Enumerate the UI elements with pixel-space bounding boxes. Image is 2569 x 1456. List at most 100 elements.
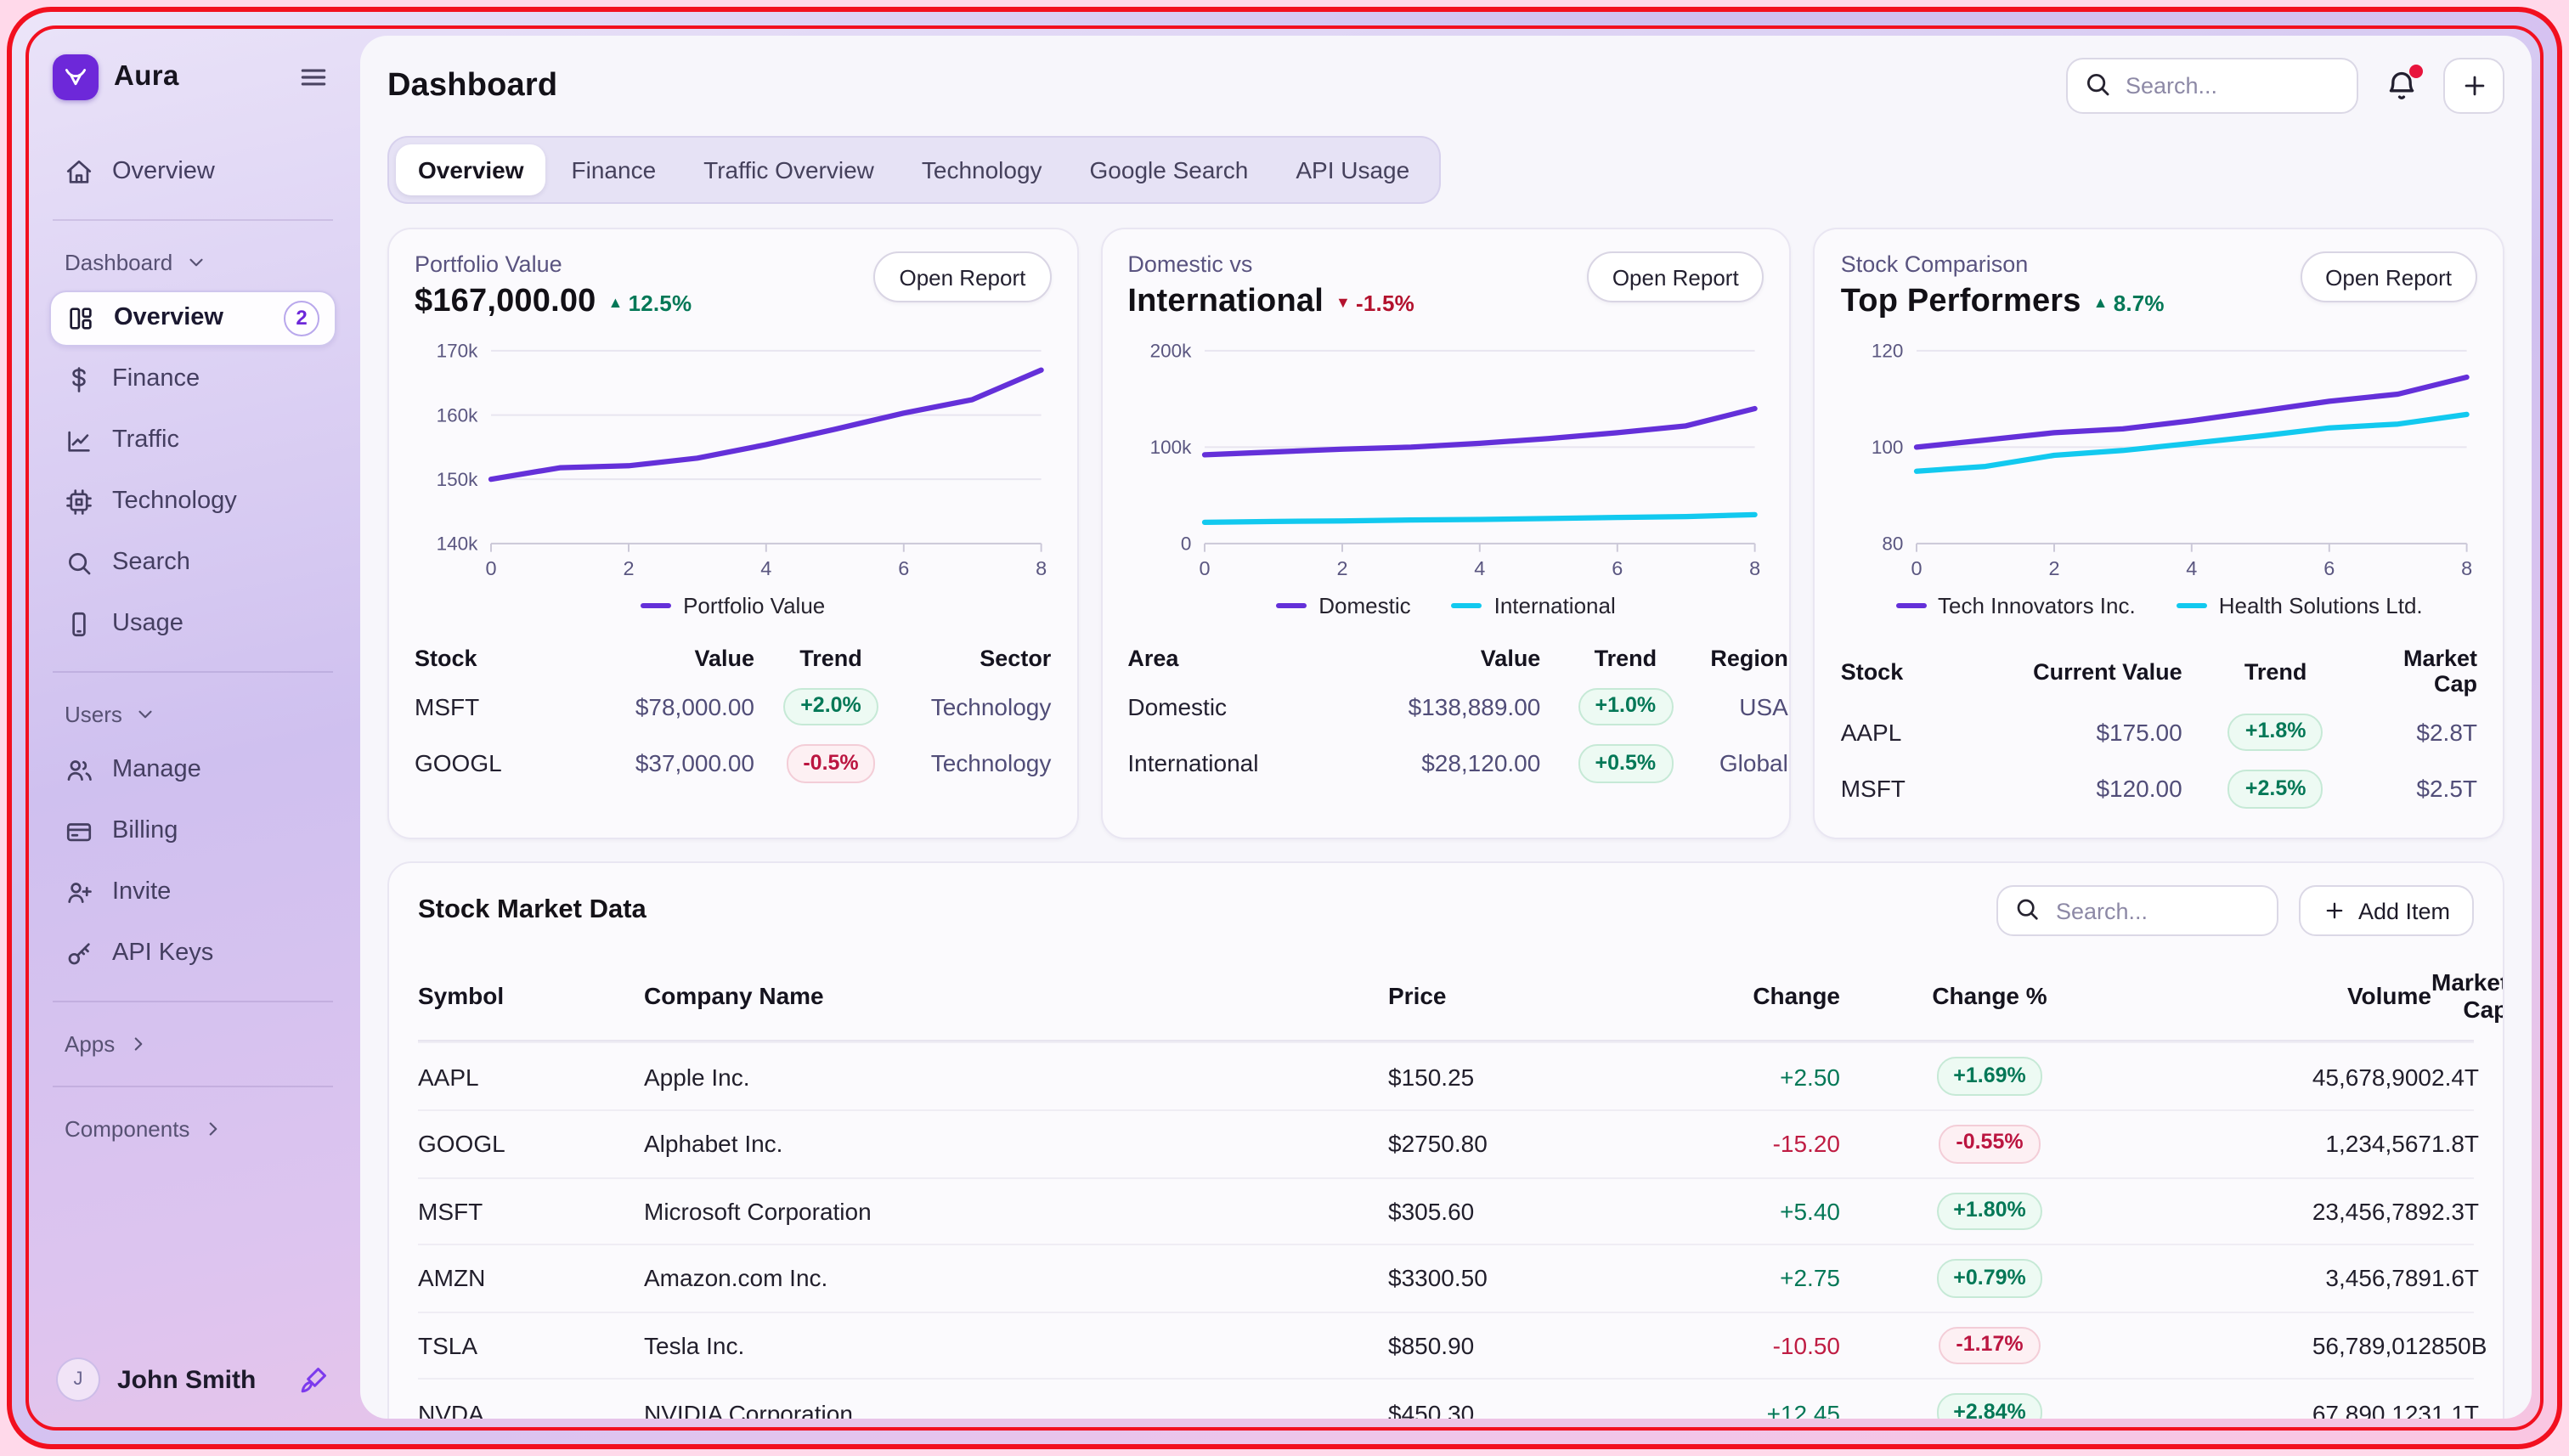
open-report-button[interactable]: Open Report bbox=[873, 251, 1051, 302]
search-icon bbox=[2013, 896, 2041, 923]
sidebar-item-dashboard-overview[interactable]: Overview 2 bbox=[49, 290, 336, 346]
legend-item: Portfolio Value bbox=[641, 593, 825, 618]
tab-finance[interactable]: Finance bbox=[550, 144, 679, 195]
card-domestic-international: Domestic vs International ▼-1.5% Open Re… bbox=[1100, 228, 1791, 840]
table-row[interactable]: TSLATesla Inc.$850.90-10.50-1.17%56,789,… bbox=[418, 1312, 2474, 1379]
column-header: Trend bbox=[1540, 639, 1710, 678]
tab-technology[interactable]: Technology bbox=[900, 144, 1064, 195]
avatar: J bbox=[56, 1357, 100, 1402]
trend-pill: +0.5% bbox=[1578, 744, 1674, 782]
add-button[interactable] bbox=[2443, 58, 2504, 114]
table-row[interactable]: MSFTMicrosoft Corporation$305.60+5.40+1.… bbox=[418, 1177, 2474, 1244]
table-row[interactable]: AAPLApple Inc.$150.25+2.50+1.69%45,678,9… bbox=[418, 1042, 2474, 1109]
legend-swatch bbox=[1452, 603, 1482, 609]
notifications-button[interactable] bbox=[2384, 68, 2419, 104]
add-item-button[interactable]: Add Item bbox=[2299, 886, 2474, 937]
sidebar-item-search[interactable]: Search bbox=[49, 534, 336, 590]
table-cell: +2.50 bbox=[1643, 1049, 1840, 1103]
table-cell: Global bbox=[1710, 741, 1788, 787]
table-cell: +0.79% bbox=[1840, 1245, 2139, 1311]
table-cell: 45,678,900 bbox=[2139, 1049, 2431, 1103]
page-title: Dashboard bbox=[387, 67, 2066, 104]
table-row[interactable]: GOOGLAlphabet Inc.$2750.80-15.20-0.55%1,… bbox=[418, 1109, 2474, 1177]
svg-text:0: 0 bbox=[1199, 557, 1210, 579]
svg-text:160k: 160k bbox=[437, 404, 479, 426]
user-profile[interactable]: J John Smith bbox=[49, 1357, 336, 1402]
sidebar-item-manage[interactable]: Manage bbox=[49, 742, 336, 798]
sidebar-item-invite[interactable]: Invite bbox=[49, 864, 336, 920]
svg-text:0: 0 bbox=[485, 557, 496, 579]
trend-indicator: ▼-1.5% bbox=[1335, 290, 1414, 315]
table-cell: MSFT bbox=[415, 684, 601, 730]
tab-traffic-overview[interactable]: Traffic Overview bbox=[681, 144, 896, 195]
column-header: Current Value bbox=[1994, 652, 2182, 691]
table-cell: 3,456,789 bbox=[2139, 1251, 2431, 1306]
chart-legend: Portfolio Value bbox=[415, 593, 1051, 618]
table-cell: +1.8% bbox=[2182, 703, 2369, 760]
table-cell: Amazon.com Inc. bbox=[644, 1251, 1388, 1306]
sidebar-item-traffic[interactable]: Traffic bbox=[49, 412, 336, 468]
table-row[interactable]: NVDANVIDIA Corporation$450.30+12.45+2.84… bbox=[418, 1379, 2474, 1419]
domestic-international-chart: 200k100k002468 bbox=[1127, 335, 1764, 590]
change-percent-pill: +2.84% bbox=[1936, 1394, 2043, 1419]
sidebar-section-dashboard[interactable]: Dashboard bbox=[49, 241, 336, 284]
change-percent-pill: -1.17% bbox=[1939, 1327, 2040, 1365]
sidebar-item-billing[interactable]: Billing bbox=[49, 803, 336, 859]
table-cell: Technology bbox=[907, 684, 1051, 730]
menu-icon[interactable] bbox=[294, 58, 333, 97]
theme-brush-button[interactable] bbox=[297, 1363, 330, 1396]
divider bbox=[53, 671, 333, 673]
column-header: Volume bbox=[2139, 968, 2431, 1027]
user-plus-icon bbox=[65, 878, 93, 906]
svg-text:0: 0 bbox=[1911, 557, 1923, 579]
svg-text:4: 4 bbox=[1474, 557, 1485, 579]
users-icon bbox=[65, 755, 93, 784]
card-headline: Top Performers ▲8.7% bbox=[1841, 284, 2165, 321]
column-header: Change % bbox=[1840, 968, 2139, 1027]
column-header: Region bbox=[1710, 639, 1788, 678]
svg-text:2: 2 bbox=[2049, 557, 2060, 579]
sidebar-item-technology[interactable]: Technology bbox=[49, 473, 336, 529]
open-report-button[interactable]: Open Report bbox=[2300, 251, 2477, 302]
change-percent-pill: +1.80% bbox=[1936, 1192, 2043, 1230]
open-report-button[interactable]: Open Report bbox=[1587, 251, 1764, 302]
sidebar-item-usage[interactable]: Usage bbox=[49, 595, 336, 652]
chevron-right-icon bbox=[201, 1118, 223, 1140]
column-header: Market Cap bbox=[2431, 954, 2504, 1041]
table-cell: +2.5% bbox=[2182, 760, 2369, 817]
card-subtitle: Stock Comparison bbox=[1841, 251, 2165, 277]
table-cell: 850B bbox=[2431, 1318, 2487, 1373]
sidebar-item-api-keys[interactable]: API Keys bbox=[49, 925, 336, 981]
table-cell: -1.17% bbox=[1840, 1313, 2139, 1379]
table-cell: $450.30 bbox=[1388, 1385, 1643, 1419]
table-cell: +1.0% bbox=[1540, 678, 1710, 735]
chevron-down-icon bbox=[134, 703, 156, 725]
svg-text:6: 6 bbox=[2324, 557, 2335, 579]
svg-text:8: 8 bbox=[1036, 557, 1047, 579]
column-header: Value bbox=[601, 639, 754, 678]
sidebar-link-apps[interactable]: Apps bbox=[49, 1023, 336, 1065]
table-cell: 2.4T bbox=[2431, 1049, 2479, 1103]
sidebar-item-finance[interactable]: Finance bbox=[49, 351, 336, 407]
trend-pill: +1.8% bbox=[2228, 713, 2323, 751]
column-header: Market Cap bbox=[2369, 639, 2477, 703]
smartphone-icon bbox=[65, 609, 93, 638]
svg-text:200k: 200k bbox=[1149, 341, 1192, 362]
tab-google-search[interactable]: Google Search bbox=[1068, 144, 1271, 195]
svg-text:120: 120 bbox=[1872, 341, 1905, 362]
table-cell: 1,234,567 bbox=[2139, 1116, 2431, 1171]
table-cell: $78,000.00 bbox=[601, 684, 754, 730]
table-cell: 1.6T bbox=[2431, 1251, 2479, 1306]
sidebar-section-users[interactable]: Users bbox=[49, 693, 336, 736]
page-header: Dashboard bbox=[387, 36, 2504, 114]
key-icon bbox=[65, 939, 93, 968]
table-cell: -10.50 bbox=[1643, 1318, 1840, 1373]
tab-overview[interactable]: Overview bbox=[396, 144, 546, 195]
sidebar-item-overview-home[interactable]: Overview bbox=[49, 144, 336, 200]
svg-text:150k: 150k bbox=[437, 469, 479, 490]
tab-api-usage[interactable]: API Usage bbox=[1273, 144, 1431, 195]
legend-swatch bbox=[2177, 603, 2207, 609]
divider bbox=[53, 1086, 333, 1087]
sidebar-link-components[interactable]: Components bbox=[49, 1108, 336, 1150]
table-row[interactable]: AMZNAmazon.com Inc.$3300.50+2.75+0.79%3,… bbox=[418, 1244, 2474, 1311]
